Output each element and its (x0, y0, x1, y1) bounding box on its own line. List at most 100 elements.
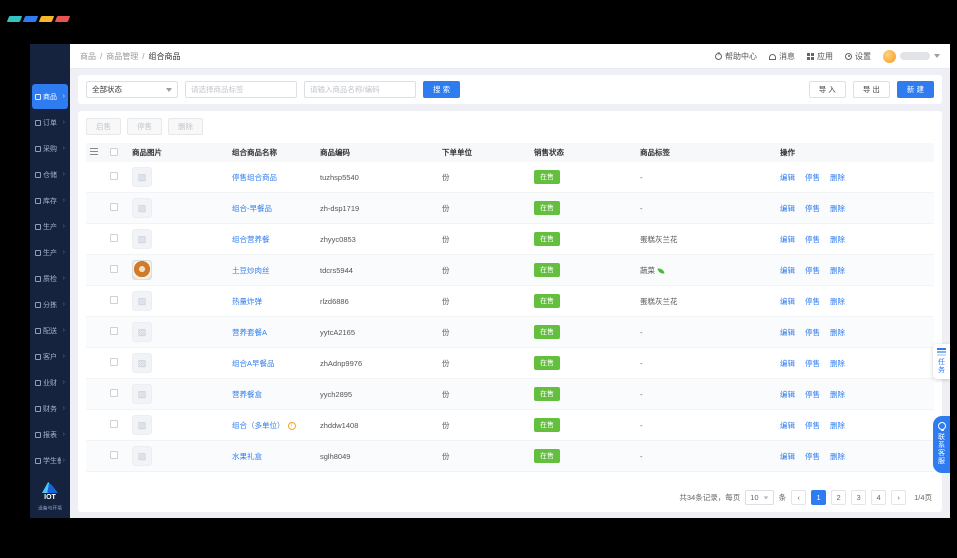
product-name-link[interactable]: 热量炸弹 (232, 297, 262, 306)
stop-sale-link[interactable]: 停售 (805, 389, 820, 400)
delete-link[interactable]: 删除 (830, 203, 845, 214)
product-name-link[interactable]: 停售组合商品 (232, 173, 277, 182)
create-button[interactable]: 新 建 (897, 81, 934, 98)
stop-sale-link[interactable]: 停售 (805, 203, 820, 214)
row-checkbox[interactable] (110, 172, 118, 180)
row-checkbox[interactable] (110, 358, 118, 366)
stop-sale-link[interactable]: 停售 (805, 234, 820, 245)
header-action[interactable]: 应用 (807, 51, 833, 62)
sidebar-item[interactable]: 报表 › (32, 422, 68, 447)
row-check-cell (110, 234, 132, 244)
import-button[interactable]: 导 入 (809, 81, 846, 98)
breadcrumb-item[interactable]: 商品管理 (106, 51, 138, 62)
keyword-input[interactable] (304, 81, 416, 98)
edit-link[interactable]: 编辑 (780, 203, 795, 214)
row-checkbox[interactable] (110, 451, 118, 459)
delete-link[interactable]: 删除 (830, 420, 845, 431)
edit-link[interactable]: 编辑 (780, 172, 795, 183)
delete-link[interactable]: 删除 (830, 327, 845, 338)
bulk-action-button[interactable]: 停售 (127, 118, 162, 135)
tag-select-input[interactable] (185, 81, 297, 98)
header-action[interactable]: 设置 (845, 51, 871, 62)
product-name-link[interactable]: 营养套餐A (232, 328, 267, 337)
page-size-select[interactable]: 10 (745, 490, 773, 505)
sidebar-item[interactable]: 订单 › (32, 110, 68, 135)
stop-sale-link[interactable]: 停售 (805, 451, 820, 462)
user-menu[interactable] (883, 50, 940, 63)
edit-link[interactable]: 编辑 (780, 358, 795, 369)
delete-link[interactable]: 删除 (830, 296, 845, 307)
filter-bar: 全部状态 搜 索 导 入 导 出 新 建 (78, 75, 942, 104)
edit-link[interactable]: 编辑 (780, 265, 795, 276)
page-number-button[interactable]: 4 (871, 490, 886, 505)
edit-link[interactable]: 编辑 (780, 451, 795, 462)
sidebar-item[interactable]: 仓储 › (32, 162, 68, 187)
sidebar-item[interactable]: 质检 › (32, 266, 68, 291)
search-button[interactable]: 搜 索 (423, 81, 460, 98)
sidebar-item[interactable]: 生产 › (32, 240, 68, 265)
header-action[interactable]: 消息 (769, 51, 795, 62)
stop-sale-link[interactable]: 停售 (805, 265, 820, 276)
delete-link[interactable]: 删除 (830, 451, 845, 462)
stop-sale-link[interactable]: 停售 (805, 172, 820, 183)
stop-sale-link[interactable]: 停售 (805, 420, 820, 431)
bulk-action-button[interactable]: 启售 (86, 118, 121, 135)
sidebar-item[interactable]: 采购 › (32, 136, 68, 161)
menu-icon (35, 94, 41, 100)
breadcrumb-item[interactable]: 商品 (80, 51, 96, 62)
delete-link[interactable]: 删除 (830, 358, 845, 369)
select-all-cell[interactable] (110, 148, 132, 158)
edit-link[interactable]: 编辑 (780, 420, 795, 431)
product-name-link[interactable]: 水果礼盒 (232, 452, 262, 461)
status-select[interactable]: 全部状态 (86, 81, 178, 98)
row-checkbox[interactable] (110, 420, 118, 428)
header-action[interactable]: 帮助中心 (715, 51, 757, 62)
row-checkbox[interactable] (110, 203, 118, 211)
edit-link[interactable]: 编辑 (780, 389, 795, 400)
edit-link[interactable]: 编辑 (780, 327, 795, 338)
product-name-link[interactable]: 组合A早餐品 (232, 359, 275, 368)
product-name-link[interactable]: 组合（多单位） (232, 421, 285, 430)
delete-link[interactable]: 删除 (830, 172, 845, 183)
menu-label: 质检 (43, 274, 61, 284)
page-number-button[interactable]: 2 (831, 490, 846, 505)
sidebar-item[interactable]: 配送 › (32, 318, 68, 343)
page-number-button[interactable]: 1 (811, 490, 826, 505)
product-name-link[interactable]: 土豆炒肉丝 (232, 266, 270, 275)
sidebar-item[interactable]: 财务 › (32, 396, 68, 421)
stop-sale-link[interactable]: 停售 (805, 296, 820, 307)
select-all-checkbox[interactable] (110, 148, 118, 156)
stop-sale-link[interactable]: 停售 (805, 358, 820, 369)
sidebar-item[interactable]: 库存 › (32, 188, 68, 213)
delete-link[interactable]: 删除 (830, 389, 845, 400)
task-widget[interactable]: 任务 (933, 344, 950, 379)
delete-link[interactable]: 删除 (830, 234, 845, 245)
sidebar-item[interactable]: 生产 › (32, 214, 68, 239)
edit-link[interactable]: 编辑 (780, 234, 795, 245)
header-action-icon (715, 53, 722, 60)
next-page-button[interactable]: › (891, 490, 906, 505)
row-checkbox[interactable] (110, 234, 118, 242)
sidebar-item[interactable]: 客户 › (32, 344, 68, 369)
page-number-button[interactable]: 3 (851, 490, 866, 505)
support-widget[interactable]: 联系客服 (933, 416, 950, 473)
row-checkbox[interactable] (110, 265, 118, 273)
product-name-link[interactable]: 组合-早餐品 (232, 204, 272, 213)
sidebar-item[interactable]: 业财 › (32, 370, 68, 395)
menu-icon (35, 432, 41, 438)
sidebar-item[interactable]: 分拣 › (32, 292, 68, 317)
row-checkbox[interactable] (110, 296, 118, 304)
sidebar-item[interactable]: 商品 › (32, 84, 68, 109)
edit-link[interactable]: 编辑 (780, 296, 795, 307)
row-checkbox[interactable] (110, 389, 118, 397)
bulk-action-button[interactable]: 删除 (168, 118, 203, 135)
sidebar-item[interactable]: 学生餐 › (32, 448, 68, 473)
export-button[interactable]: 导 出 (853, 81, 890, 98)
stop-sale-link[interactable]: 停售 (805, 327, 820, 338)
prev-page-button[interactable]: ‹ (791, 490, 806, 505)
column-settings-cell[interactable] (86, 148, 110, 157)
row-checkbox[interactable] (110, 327, 118, 335)
delete-link[interactable]: 删除 (830, 265, 845, 276)
product-name-link[interactable]: 营养餐盒 (232, 390, 262, 399)
product-name-link[interactable]: 组合营养餐 (232, 235, 270, 244)
